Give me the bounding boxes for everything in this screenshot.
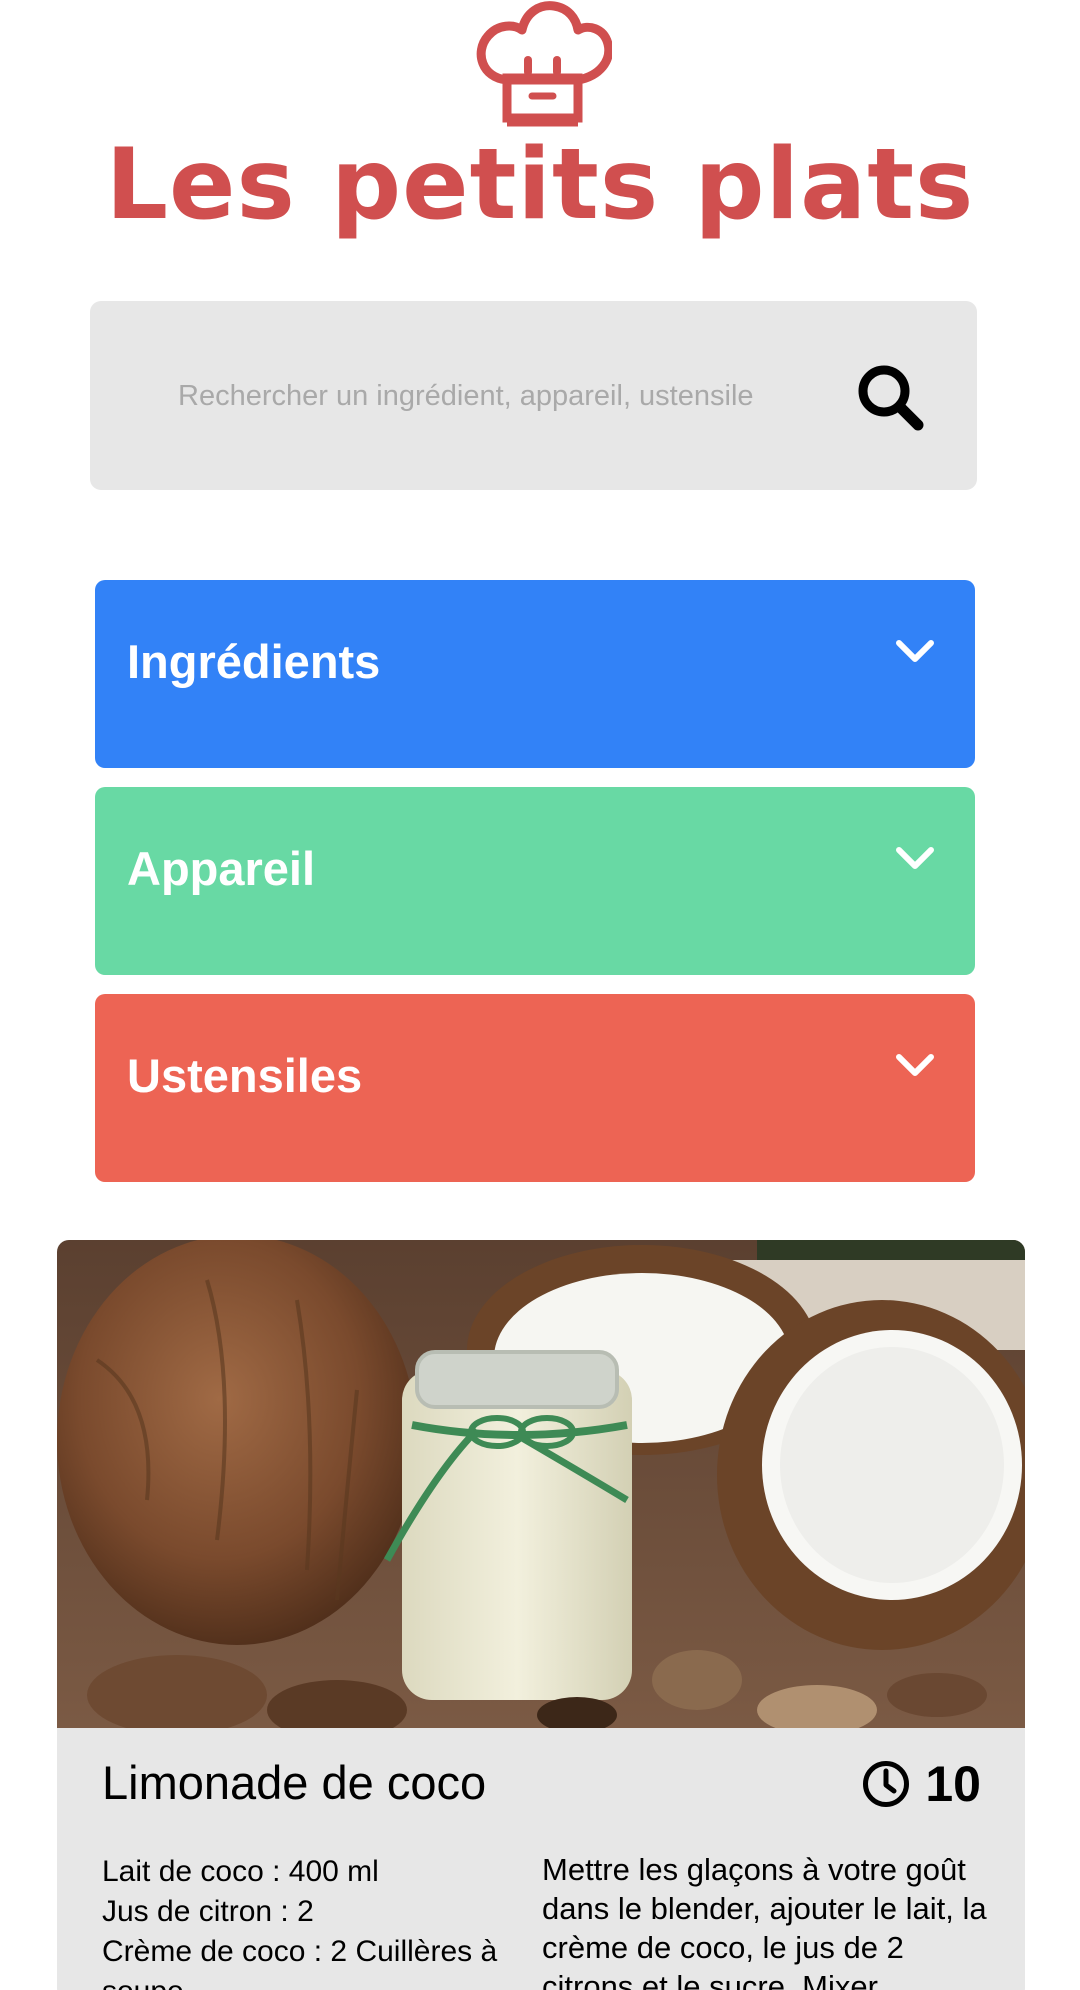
recipe-time: 10 — [861, 1754, 981, 1814]
ingredient-item: soupe — [102, 1972, 532, 1990]
page: Les petits plats Ingrédients Appareil Us… — [0, 0, 1080, 1990]
recipe-card[interactable]: Limonade de coco 10 Lait de coco : 400 m… — [57, 1240, 1025, 1990]
recipe-time-value: 10 — [925, 1756, 981, 1812]
ingredient-item: Lait de coco : 400 ml — [102, 1855, 379, 1888]
search-button[interactable] — [840, 359, 940, 435]
chevron-down-icon — [896, 847, 934, 869]
filter-ingredients-dropdown[interactable]: Ingrédients — [95, 580, 975, 768]
search-input[interactable] — [178, 361, 863, 431]
site-logo-text: Les petits plats — [105, 128, 975, 242]
filter-ingredients-label: Ingrédients — [127, 635, 381, 688]
ingredient-item: Jus de citron : 2 — [102, 1895, 314, 1928]
chevron-down-icon — [896, 1054, 934, 1076]
chevron-down-icon — [896, 640, 934, 662]
filter-utensils-label: Ustensiles — [127, 1049, 363, 1102]
ingredient-item: Crème de coco : 2 Cuillères à — [102, 1935, 498, 1968]
clock-icon — [863, 1761, 910, 1807]
recipe-image — [57, 1240, 1025, 1728]
recipe-title: Limonade de coco — [102, 1756, 487, 1809]
recipe-description: Mettre les glaçons à votre goût dans le … — [542, 1852, 987, 1990]
recipe-ingredients-list: Lait de coco : 400 ml Jus de citron : 2 … — [102, 1852, 532, 1990]
filter-appliance-label: Appareil — [127, 842, 316, 895]
search-bar — [90, 301, 977, 490]
filter-utensils-dropdown[interactable]: Ustensiles — [95, 994, 975, 1182]
chef-hat-icon — [476, 1, 612, 127]
filter-appliance-dropdown[interactable]: Appareil — [95, 787, 975, 975]
search-icon — [858, 365, 924, 431]
